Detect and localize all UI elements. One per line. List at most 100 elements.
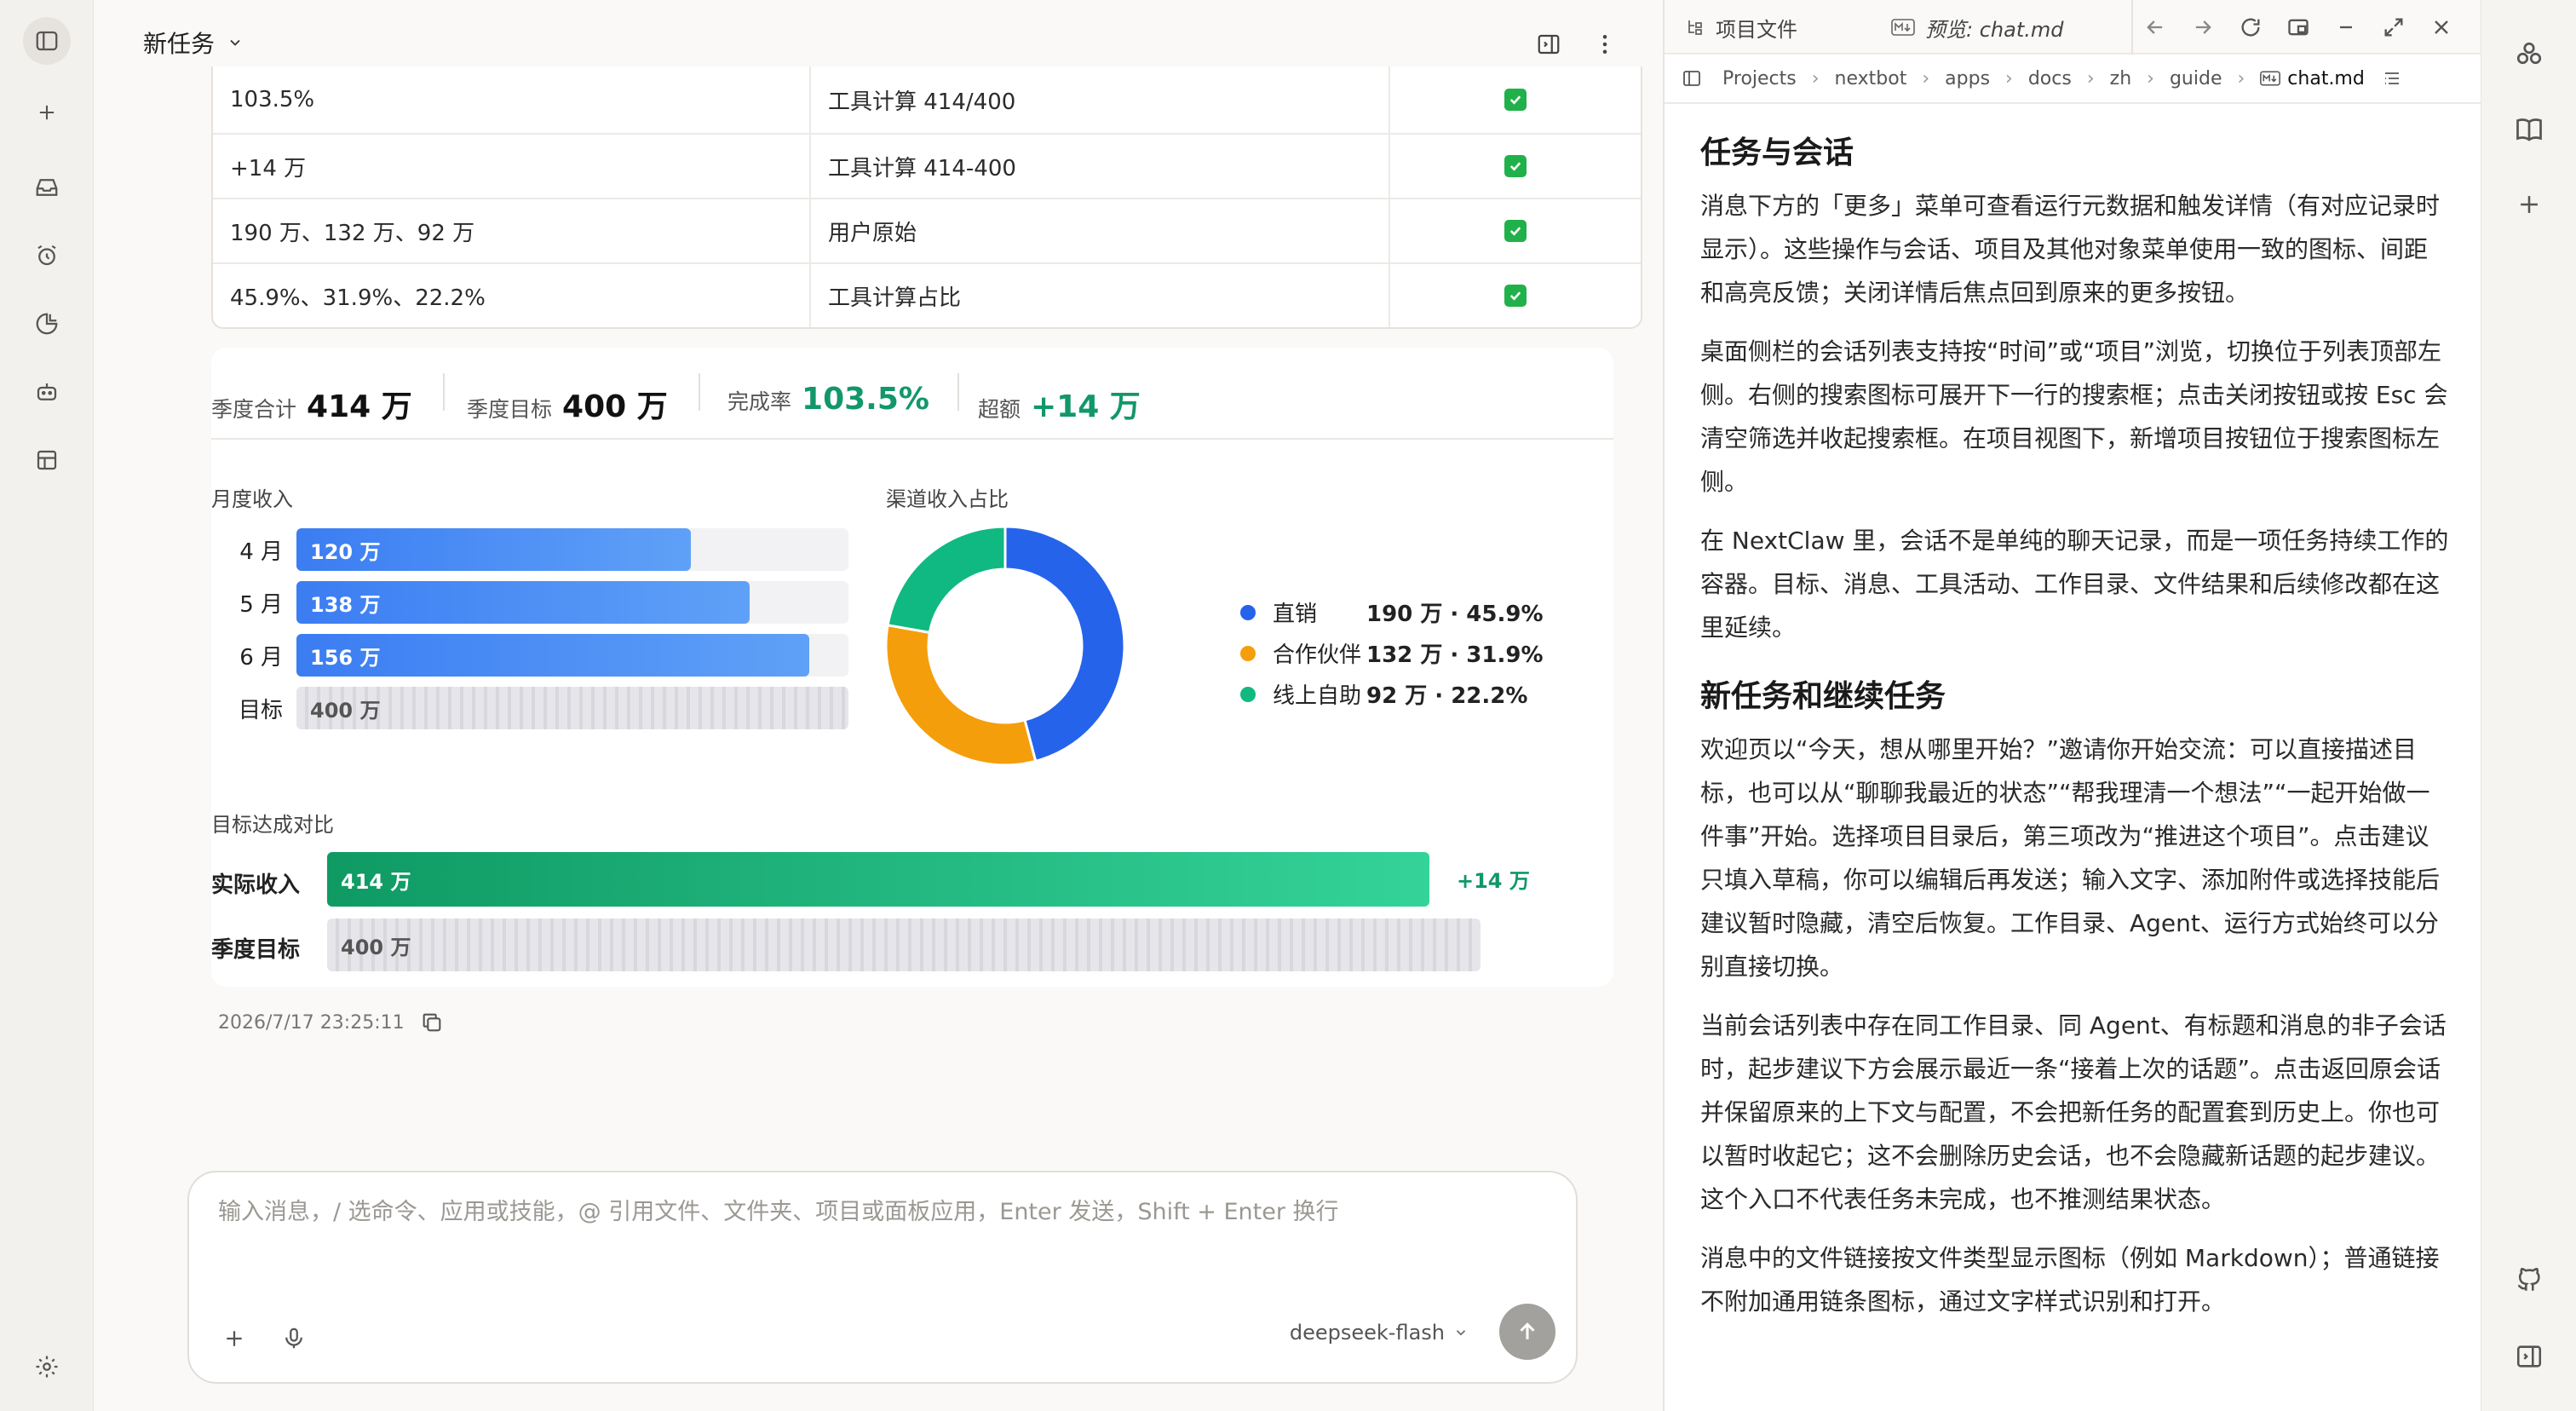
table-row: +14 万 工具计算 414-400 [213, 133, 1641, 198]
tree-icon [1688, 20, 1702, 35]
more-icon[interactable] [1590, 29, 1620, 60]
timestamp: 2026/7/17 23:25:11 [218, 1011, 405, 1034]
tab-project-files[interactable]: 项目文件 [1685, 0, 1797, 55]
breadcrumb-item[interactable]: Projects [1722, 68, 1797, 89]
compare-actual-bar: 414 万 [327, 852, 1429, 907]
expand-icon[interactable] [2382, 15, 2406, 39]
table-cell: 用户原始 [811, 199, 1390, 262]
doc-paragraph: 在 NextClaw 里，会话不是单纯的聊天记录，而是一项任务持续工作的容器。目… [1700, 527, 2449, 642]
preview-tabs: 项目文件 预览: chat.md [1665, 0, 2482, 55]
inbox-icon[interactable] [23, 164, 71, 211]
collapse-panel-icon[interactable] [2510, 1338, 2548, 1375]
kpi-rate: 完成率 103.5% [727, 382, 929, 417]
breadcrumb-item[interactable]: zh [2110, 68, 2132, 89]
verification-table: 103.5% 工具计算 414/400 +14 万 工具计算 414-400 1… [211, 66, 1642, 329]
new-task-icon[interactable] [23, 89, 71, 136]
preview-toolbar [2143, 15, 2453, 39]
main-area: 新任务 103.5% 工具计算 414/400 +14 万 工具计算 414-4… [94, 0, 1661, 1411]
breadcrumb-item[interactable]: guide [2170, 68, 2222, 89]
arrow-up-icon [1520, 1322, 1535, 1339]
send-button[interactable] [1499, 1304, 1555, 1360]
agent-icon[interactable] [23, 368, 71, 416]
composer-placeholder[interactable]: 输入消息，/ 选命令、应用或技能，@ 引用文件、文件夹、项目或面板应用，Ente… [218, 1193, 1339, 1226]
legend-item: 直销 190 万 · 45.9% [1240, 596, 1544, 628]
minimize-icon[interactable] [2334, 15, 2358, 39]
doc-paragraph: 桌面侧栏的会话列表支持按“时间”或“项目”浏览，切换位于列表顶部左侧。右侧的搜索… [1700, 337, 2448, 496]
markdown-icon [1891, 19, 1915, 36]
bar-row: 6 月 156 万 [211, 634, 848, 677]
check-icon [1390, 135, 1641, 198]
book-icon[interactable] [2510, 111, 2548, 148]
breadcrumb-current[interactable]: chat.md [2287, 68, 2365, 89]
kpi-target: 季度目标 400 万 [467, 389, 668, 424]
breadcrumb-item[interactable]: nextbot [1835, 68, 1907, 89]
github-icon[interactable] [2510, 1261, 2548, 1299]
bar-row: 4 月 120 万 [211, 528, 848, 571]
kpi-total: 季度合计 414 万 [211, 389, 412, 424]
bar-row: 5 月 138 万 [211, 581, 848, 624]
outline-icon[interactable] [2382, 68, 2402, 89]
bar-label: 4 月 [239, 538, 283, 565]
markdown-icon [2260, 71, 2281, 86]
channel-title: 渠道收入占比 [886, 487, 1009, 511]
revenue-dashboard: 季度合计 414 万 季度目标 400 万 完成率 103.5% 超额 +14 万 月度… [211, 348, 1613, 987]
monthly-title: 月度收入 [211, 487, 293, 511]
kpi-strip: 季度合计 414 万 季度目标 400 万 完成率 103.5% 超额 +14 万 [211, 348, 1613, 440]
message-meta: 2026/7/17 23:25:11 [218, 1011, 444, 1034]
bar-track: 120 万 [296, 528, 848, 571]
add-attachment-icon[interactable] [221, 1326, 247, 1351]
table-cell: 工具计算 414-400 [811, 135, 1390, 198]
doc-paragraph: 欢迎页以“今天，想从哪里开始？”邀请你开始交流：可以直接描述目标，也可以从“聊聊… [1700, 735, 2441, 981]
donut-slice [886, 623, 1038, 765]
panels-icon[interactable] [23, 436, 71, 484]
skills-icon[interactable] [23, 300, 71, 348]
copy-icon[interactable] [420, 1011, 444, 1034]
microphone-icon[interactable] [281, 1326, 307, 1351]
doc-heading: 新任务和继续任务 [1700, 679, 1946, 714]
table-cell: 190 万、132 万、92 万 [213, 199, 811, 262]
check-icon [1390, 66, 1641, 133]
channel-donut [886, 527, 1124, 765]
toggle-sidebar-icon[interactable] [23, 17, 71, 65]
bar: 400 万 [296, 687, 848, 729]
check-icon [1390, 199, 1641, 262]
bar: 156 万 [296, 634, 809, 677]
bar-label: 6 月 [239, 644, 283, 671]
preview-panel: 项目文件 预览: chat.md Projects › nextbot › apps… [1663, 0, 2482, 1411]
bar-track: 138 万 [296, 581, 848, 624]
open-external-icon[interactable] [2286, 15, 2310, 39]
doc-paragraph: 消息中的文件链接按文件类型显示图标（例如 Markdown）；普通链接不附加通用… [1700, 1244, 2440, 1316]
table-cell: 工具计算 414/400 [811, 66, 1390, 133]
toggle-panel-icon[interactable] [1533, 29, 1564, 60]
bar: 120 万 [296, 528, 691, 571]
chevron-down-icon [1456, 1330, 1466, 1336]
legend-item: 合作伙伴 132 万 · 31.9% [1240, 637, 1544, 669]
donut-slice [886, 527, 1007, 635]
table-cell: 工具计算占比 [811, 264, 1390, 327]
add-icon[interactable] [2510, 186, 2548, 223]
close-icon[interactable] [2429, 15, 2453, 39]
table-cell: +14 万 [213, 135, 811, 198]
table-row: 45.9%、31.9%、22.2% 工具计算占比 [213, 262, 1641, 327]
breadcrumb: Projects › nextbot › apps › docs › zh › guide… [1665, 55, 2482, 104]
refresh-icon[interactable] [2239, 15, 2263, 39]
bar-track: 156 万 [296, 634, 848, 677]
bar-label: 5 月 [239, 591, 283, 618]
message-composer[interactable]: 输入消息，/ 选命令、应用或技能，@ 引用文件、文件夹、项目或面板应用，Ente… [187, 1171, 1578, 1384]
sidebar-toggle-icon[interactable] [1682, 68, 1702, 89]
settings-icon[interactable] [23, 1343, 71, 1391]
task-title[interactable]: 新任务 [143, 26, 244, 60]
chevron-down-icon [230, 39, 240, 46]
forward-icon[interactable] [2191, 15, 2215, 39]
doc-paragraph: 当前会话列表中存在同工作目录、同 Agent、有标题和消息的非子会话时，起步建议… [1700, 1011, 2447, 1213]
tab-preview[interactable]: 预览: chat.md [1891, 0, 2063, 55]
breadcrumb-item[interactable]: apps [1945, 68, 1990, 89]
doc-paragraph: 消息下方的「更多」菜单可查看运行元数据和触发详情（有对应记录时显示）。这些操作与… [1700, 192, 2441, 307]
back-icon[interactable] [2143, 15, 2167, 39]
compare-target-bar: 400 万 [327, 919, 1481, 971]
alarm-icon[interactable] [23, 232, 71, 279]
bar-row: 目标 400 万 [211, 687, 848, 729]
apps-icon[interactable] [2510, 36, 2548, 73]
model-selector[interactable]: deepseek-flash [1290, 1321, 1469, 1345]
breadcrumb-item[interactable]: docs [2028, 68, 2072, 89]
